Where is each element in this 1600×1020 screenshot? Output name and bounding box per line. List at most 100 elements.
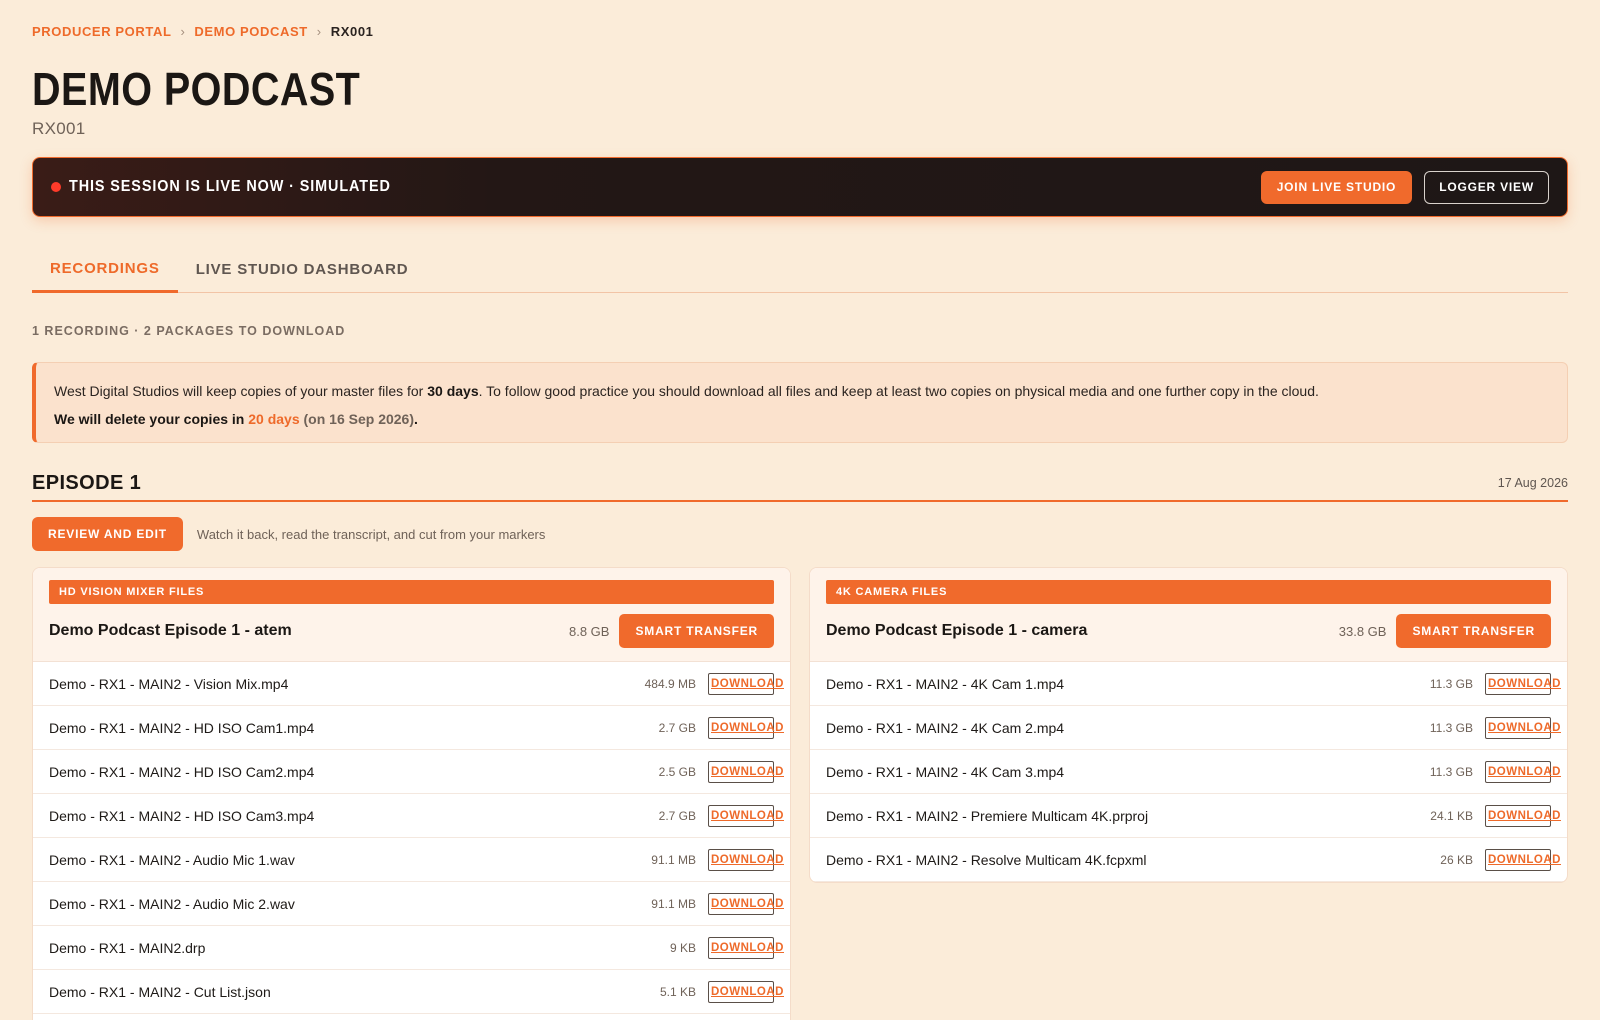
retention-period: 30 days — [427, 383, 479, 399]
download-button[interactable]: DOWNLOAD — [1485, 848, 1561, 871]
file-row: Demo - RX1 - MAIN2 - 4K Cam 2.mp4 11.3 G… — [810, 706, 1567, 750]
live-indicator-icon — [51, 182, 61, 192]
file-row: Demo - RX1 - MAIN2 - HD ISO Cam3.mp4 2.7… — [33, 794, 790, 838]
live-status-text: THIS SESSION IS LIVE NOW · SIMULATED — [69, 178, 391, 195]
review-row: REVIEW AND EDIT Watch it back, read the … — [32, 517, 545, 551]
page: PRODUCER PORTAL › DEMO PODCAST › RX001 D… — [0, 0, 1600, 1020]
file-row: Demo - RX1 - MAIN2 - Vision Mix.mp4 484.… — [33, 662, 790, 706]
file-name: Demo - RX1 - MAIN2 - 4K Cam 3.mp4 — [826, 763, 1065, 780]
download-button[interactable]: DOWNLOAD — [708, 980, 784, 1003]
tab-bar: RECORDINGS LIVE STUDIO DASHBOARD — [32, 246, 1568, 293]
download-button[interactable]: DOWNLOAD — [1485, 760, 1561, 783]
file-size: 11.3 GB — [1429, 764, 1473, 779]
package-title-row: Demo Podcast Episode 1 - camera 33.8 GB … — [826, 614, 1551, 648]
file-row: Demo - RX1 - MAIN2.drp 9 KB DOWNLOAD — [33, 926, 790, 970]
file-size: 91.1 MB — [651, 852, 696, 867]
file-row: Demo - RX1 - MAIN2 - Audio Mic 1.wav 91.… — [33, 838, 790, 882]
package-size: 33.8 GB — [1338, 623, 1387, 639]
days-remaining: 20 days — [248, 411, 300, 427]
file-size: 26 KB — [1440, 852, 1473, 867]
download-button[interactable]: DOWNLOAD — [1485, 804, 1561, 827]
file-name: Demo - RX1 - MAIN2 - Resolve Multicam 4K… — [826, 851, 1147, 868]
live-actions: JOIN LIVE STUDIO LOGGER VIEW — [1260, 170, 1549, 204]
package-title-row: Demo Podcast Episode 1 - atem 8.8 GB SMA… — [49, 614, 774, 648]
breadcrumb-link-producer-portal[interactable]: PRODUCER PORTAL — [32, 24, 171, 39]
download-button[interactable]: DOWNLOAD — [708, 892, 784, 915]
file-row: Demo - RX1 - MAIN2 - Resolve Multicam 4K… — [810, 838, 1567, 882]
file-size: 11.3 GB — [1429, 676, 1473, 691]
file-size: 9 KB — [669, 940, 696, 955]
file-size: 2.5 GB — [658, 764, 696, 779]
review-hint: Watch it back, read the transcript, and … — [196, 526, 546, 542]
breadcrumb-link-demo-podcast[interactable]: DEMO PODCAST — [194, 24, 307, 39]
breadcrumb-separator: › — [316, 24, 322, 39]
package-header: HD VISION MIXER FILES Demo Podcast Episo… — [33, 568, 790, 662]
file-row: Demo - RX1 - MAIN2 - HD ISO Cam1.mp4 2.7… — [33, 706, 790, 750]
package-card-4k-camera: 4K CAMERA FILES Demo Podcast Episode 1 -… — [809, 567, 1568, 883]
notice-text: . To follow good practice you should dow… — [478, 383, 1319, 399]
file-name: Demo - RX1 - MAIN2 - HD ISO Cam3.mp4 — [49, 807, 315, 824]
file-size: 2.7 GB — [658, 720, 696, 735]
retention-notice-line-2: We will delete your copies in 20 days (o… — [54, 405, 1549, 433]
retention-notice-line-1: West Digital Studios will keep copies of… — [54, 377, 1549, 405]
download-button[interactable]: DOWNLOAD — [708, 804, 784, 827]
episode-title: EPISODE 1 — [32, 471, 142, 494]
download-button[interactable]: DOWNLOAD — [708, 716, 784, 739]
live-session-banner: THIS SESSION IS LIVE NOW · SIMULATED JOI… — [32, 157, 1568, 217]
file-name: Demo - RX1 - MAIN2.drp — [49, 939, 206, 956]
episode-header: EPISODE 1 17 Aug 2026 — [32, 466, 1568, 502]
file-name: Demo - RX1 - MAIN2 - Vision Mix.mp4 — [49, 675, 289, 692]
file-name: Demo - RX1 - MAIN2 - 4K Cam 1.mp4 — [826, 675, 1065, 692]
package-title: Demo Podcast Episode 1 - camera — [826, 622, 1088, 639]
file-row: Demo - RX1 - MAIN2 - 4K Cam 1.mp4 11.3 G… — [810, 662, 1567, 706]
notice-text: West Digital Studios will keep copies of… — [54, 383, 428, 399]
package-title: Demo Podcast Episode 1 - atem — [49, 622, 292, 639]
download-button[interactable]: DOWNLOAD — [708, 936, 784, 959]
tab-live-studio-dashboard[interactable]: LIVE STUDIO DASHBOARD — [178, 246, 427, 293]
file-name: Demo - RX1 - MAIN2 - Cut List.json — [49, 983, 271, 1000]
smart-transfer-button[interactable]: SMART TRANSFER — [619, 614, 774, 648]
breadcrumb: PRODUCER PORTAL › DEMO PODCAST › RX001 — [32, 24, 373, 39]
page-subtitle: RX001 — [32, 119, 86, 138]
file-name: Demo - RX1 - MAIN2 - Premiere Multicam 4… — [826, 807, 1149, 824]
file-size: 2.7 GB — [658, 808, 696, 823]
tab-recordings[interactable]: RECORDINGS — [32, 246, 178, 293]
review-and-edit-button[interactable]: REVIEW AND EDIT — [32, 517, 183, 551]
download-button[interactable]: DOWNLOAD — [1485, 716, 1561, 739]
smart-transfer-button[interactable]: SMART TRANSFER — [1396, 614, 1551, 648]
package-badge: HD VISION MIXER FILES — [49, 580, 774, 604]
file-size: 5.1 KB — [659, 984, 696, 999]
file-name: Demo - RX1 - MAIN2 - 4K Cam 2.mp4 — [826, 719, 1065, 736]
deletion-date: (on 16 Sep 2026) — [303, 411, 415, 427]
notice-text: . — [414, 411, 418, 427]
file-size: 484.9 MB — [644, 676, 696, 691]
download-button[interactable]: DOWNLOAD — [708, 760, 784, 783]
package-size: 8.8 GB — [569, 623, 610, 639]
page-title: DEMO PODCAST — [32, 63, 361, 115]
package-card-hd-vision-mixer: HD VISION MIXER FILES Demo Podcast Episo… — [32, 567, 791, 1020]
package-header: 4K CAMERA FILES Demo Podcast Episode 1 -… — [810, 568, 1567, 662]
file-name: Demo - RX1 - MAIN2 - Audio Mic 1.wav — [49, 851, 295, 868]
file-size: 24.1 KB — [1430, 808, 1473, 823]
notice-text: We will delete your copies in — [54, 411, 249, 427]
episode-date: 17 Aug 2026 — [1497, 476, 1568, 490]
package-badge: 4K CAMERA FILES — [826, 580, 1551, 604]
file-name: Demo - RX1 - MAIN2 - Audio Mic 2.wav — [49, 895, 295, 912]
logger-view-button[interactable]: LOGGER VIEW — [1424, 170, 1549, 204]
breadcrumb-separator: › — [180, 24, 186, 39]
join-live-studio-button[interactable]: JOIN LIVE STUDIO — [1260, 170, 1413, 204]
recordings-summary: 1 RECORDING · 2 PACKAGES TO DOWNLOAD — [32, 324, 346, 338]
download-button[interactable]: DOWNLOAD — [1485, 672, 1561, 695]
download-button[interactable]: DOWNLOAD — [708, 848, 784, 871]
download-button[interactable]: DOWNLOAD — [708, 672, 784, 695]
file-row: Demo - RX1 - MAIN2 - 4K Cam 3.mp4 11.3 G… — [810, 750, 1567, 794]
retention-notice: West Digital Studios will keep copies of… — [32, 362, 1568, 443]
file-name: Demo - RX1 - MAIN2 - HD ISO Cam2.mp4 — [49, 763, 315, 780]
file-size: 91.1 MB — [651, 896, 696, 911]
file-row: Demo - RX1 - MAIN2 - Audio Mic 2.wav 91.… — [33, 882, 790, 926]
file-size: 11.3 GB — [1429, 720, 1473, 735]
breadcrumb-current: RX001 — [330, 24, 374, 39]
file-row: Demo - RX1 - MAIN2 - Premiere Multicam 4… — [810, 794, 1567, 838]
file-row: Demo - RX1 - MAIN2 - Cut List.json 5.1 K… — [33, 970, 790, 1014]
file-name: Demo - RX1 - MAIN2 - HD ISO Cam1.mp4 — [49, 719, 315, 736]
